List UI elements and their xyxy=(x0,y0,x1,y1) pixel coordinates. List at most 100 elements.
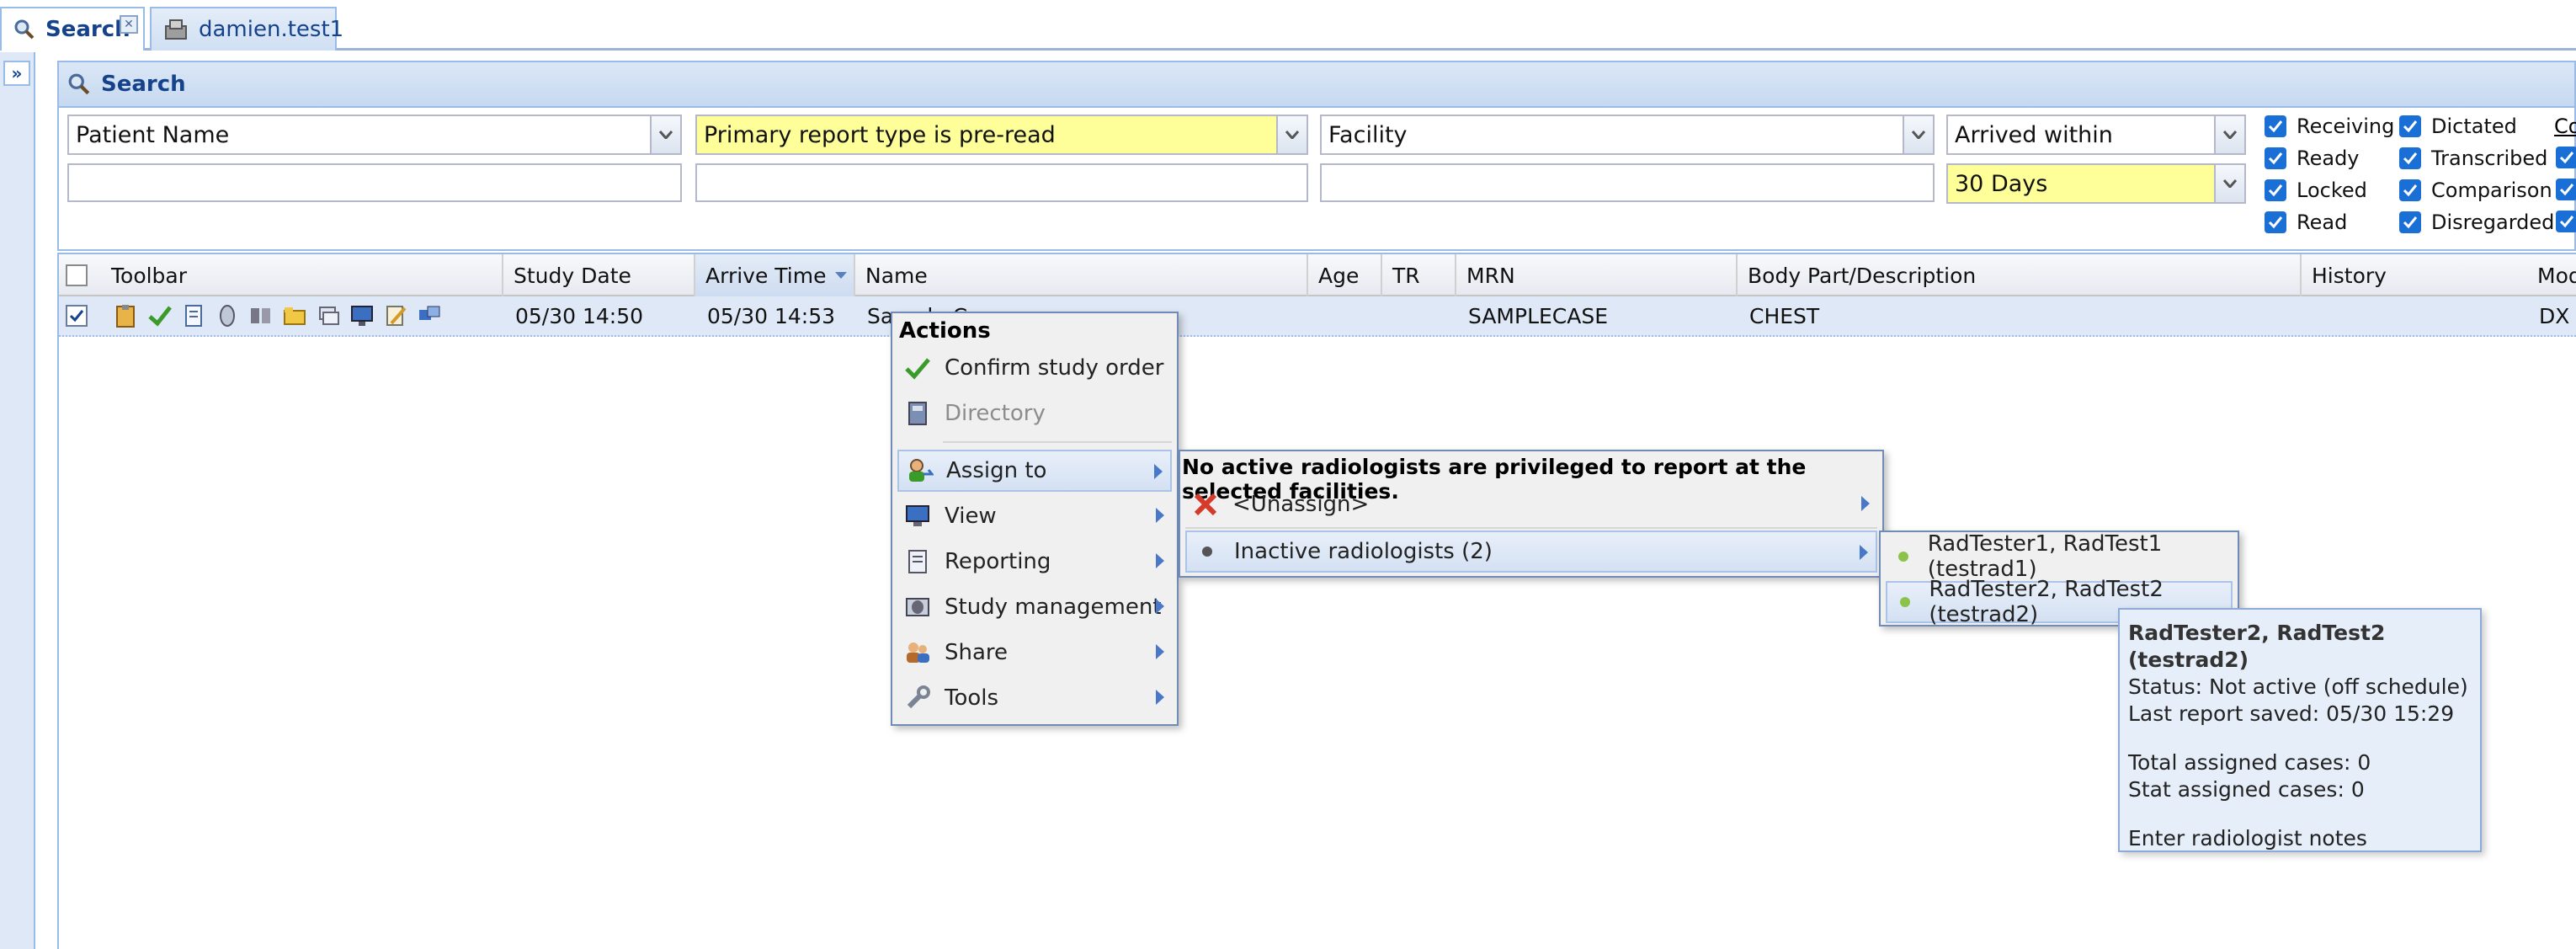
tooltip-spacer xyxy=(2128,728,2472,749)
menu-item-label: <Unassign> xyxy=(1232,492,1370,517)
monitor-icon xyxy=(897,504,938,529)
stack-icon[interactable] xyxy=(313,301,343,330)
arrived-within-value: Arrived within xyxy=(1955,121,2113,148)
chevron-down-icon[interactable] xyxy=(650,116,680,153)
menu-item-share[interactable]: Share xyxy=(897,632,1172,674)
document-icon[interactable] xyxy=(178,301,209,330)
panel-title: Search xyxy=(101,72,186,97)
check-icon[interactable] xyxy=(145,301,175,330)
chevron-down-icon[interactable] xyxy=(2214,116,2244,153)
compare-icon[interactable] xyxy=(246,301,276,330)
menu-item-label: Tools xyxy=(945,685,999,711)
patient-name-input[interactable] xyxy=(67,163,682,202)
edit-icon[interactable] xyxy=(381,301,411,330)
patient-name-value: Patient Name xyxy=(76,121,230,148)
status-label: Transcribed xyxy=(2431,147,2548,170)
row-checkbox[interactable] xyxy=(66,305,88,327)
actions-menu-title: Actions xyxy=(899,318,991,344)
menu-item-label: Study management xyxy=(945,594,1162,620)
header-mrn[interactable]: MRN xyxy=(1456,254,1738,296)
status-locked-checkbox[interactable]: Locked xyxy=(2265,179,2367,202)
grid-header: Toolbar Study Date Arrive Time Name Age … xyxy=(59,253,2576,296)
status-dictated-checkbox[interactable]: Dictated xyxy=(2399,115,2517,138)
days-value: 30 Days xyxy=(1955,170,2048,197)
header-arrive-time[interactable]: Arrive Time xyxy=(695,254,855,296)
tooltip-notes-link[interactable]: Enter radiologist notes xyxy=(2128,825,2472,852)
timeline-icon[interactable] xyxy=(212,301,242,330)
status-extra-checkbox[interactable] xyxy=(2556,211,2576,232)
check-icon xyxy=(2399,147,2421,169)
chevron-right-icon xyxy=(1859,544,1869,561)
sort-desc-icon xyxy=(834,271,848,280)
status-read-checkbox[interactable]: Read xyxy=(2265,211,2347,234)
report-icon xyxy=(897,548,938,575)
header-toolbar[interactable]: Toolbar xyxy=(101,254,503,296)
expand-icon[interactable]: » xyxy=(3,61,30,86)
chevron-right-icon xyxy=(1155,507,1165,524)
chevron-down-icon[interactable] xyxy=(1276,116,1307,153)
assign-user-icon xyxy=(899,457,939,484)
header-body-part[interactable]: Body Part/Description xyxy=(1738,254,2302,296)
check-icon xyxy=(2265,115,2286,137)
status-receiving-checkbox[interactable]: Receiving xyxy=(2265,115,2394,138)
status-label: Disregarded xyxy=(2431,211,2555,234)
chevron-down-icon[interactable] xyxy=(2214,165,2244,202)
report-type-input[interactable] xyxy=(695,163,1308,202)
menu-item-unassign[interactable]: <Unassign> xyxy=(1185,483,1877,525)
menu-item-assign-to[interactable]: Assign to xyxy=(897,450,1172,492)
search-panel: Search Patient Name Primary report type … xyxy=(57,61,2576,251)
folder-icon[interactable] xyxy=(279,301,310,330)
tooltip-stat: Stat assigned cases: 0 xyxy=(2128,777,2365,802)
chevron-right-icon xyxy=(1155,643,1165,660)
close-icon xyxy=(1185,492,1226,517)
status-extra-checkbox[interactable] xyxy=(2556,147,2576,168)
cell-arrive-time: 05/30 14:53 xyxy=(707,303,836,328)
chevron-down-icon[interactable] xyxy=(1903,116,1933,153)
arrived-within-select[interactable]: Arrived within xyxy=(1946,115,2246,155)
menu-item-tools[interactable]: Tools xyxy=(897,677,1172,719)
status-label: Receiving xyxy=(2297,115,2395,138)
header-age[interactable]: Age xyxy=(1308,254,1382,296)
share-icon[interactable] xyxy=(414,301,444,330)
check-icon xyxy=(2399,179,2421,201)
menu-separator xyxy=(1185,527,1877,529)
select-all-checkbox[interactable] xyxy=(66,264,88,286)
cell-mrn: SAMPLECASE xyxy=(1468,303,1609,328)
status-label: Comparison xyxy=(2431,179,2552,202)
menu-item-reporting[interactable]: Reporting xyxy=(897,541,1172,583)
patient-name-select[interactable]: Patient Name xyxy=(67,115,682,155)
tab-search[interactable]: Search ✕ xyxy=(0,7,145,51)
table-row[interactable]: 05/30 14:50 05/30 14:53 Sample C SAMPLEC… xyxy=(59,296,2576,337)
days-select[interactable]: 30 Days xyxy=(1946,163,2246,204)
header-mod[interactable]: Mod xyxy=(2527,254,2576,296)
row-toolbar xyxy=(111,301,444,330)
monitor-icon[interactable] xyxy=(347,301,377,330)
tab-user[interactable]: damien.test1 xyxy=(150,7,343,51)
status-transcribed-checkbox[interactable]: Transcribed xyxy=(2399,147,2547,170)
menu-item-study-management[interactable]: Study management xyxy=(897,586,1172,628)
status-comparison-checkbox[interactable]: Comparison xyxy=(2399,179,2552,202)
report-type-select[interactable]: Primary report type is pre-read xyxy=(695,115,1308,155)
facility-select[interactable]: Facility xyxy=(1320,115,1935,155)
facility-input[interactable] xyxy=(1320,163,1935,202)
cell-mod: DX xyxy=(2539,303,2570,328)
tab-bar: Search ✕ damien.test1 xyxy=(0,0,2576,51)
status-extra-checkbox[interactable] xyxy=(2556,179,2576,200)
wrench-icon xyxy=(897,685,938,712)
book-icon xyxy=(897,400,938,427)
status-ready-checkbox[interactable]: Ready xyxy=(2265,147,2360,170)
close-icon[interactable]: ✕ xyxy=(120,15,138,34)
header-tr[interactable]: TR xyxy=(1382,254,1456,296)
menu-item-inactive-radiologists[interactable]: Inactive radiologists (2) xyxy=(1185,530,1877,573)
menu-item-view[interactable]: View xyxy=(897,495,1172,537)
header-name[interactable]: Name xyxy=(855,254,1308,296)
menu-item-radiologist[interactable]: RadTester1, RadTest1 (testrad1) xyxy=(1886,531,2233,582)
menu-item-confirm-study-order[interactable]: Confirm study order xyxy=(897,347,1172,389)
check-icon xyxy=(2399,211,2421,233)
status-disregarded-checkbox[interactable]: Disregarded xyxy=(2399,211,2554,234)
columns-link[interactable]: Co xyxy=(2554,115,2576,138)
clipboard-icon[interactable] xyxy=(111,301,141,330)
tooltip-title: RadTester2, RadTest2 (testrad2) xyxy=(2128,621,2386,672)
menu-item-directory[interactable]: Directory xyxy=(897,392,1172,435)
header-study-date[interactable]: Study Date xyxy=(503,254,695,296)
